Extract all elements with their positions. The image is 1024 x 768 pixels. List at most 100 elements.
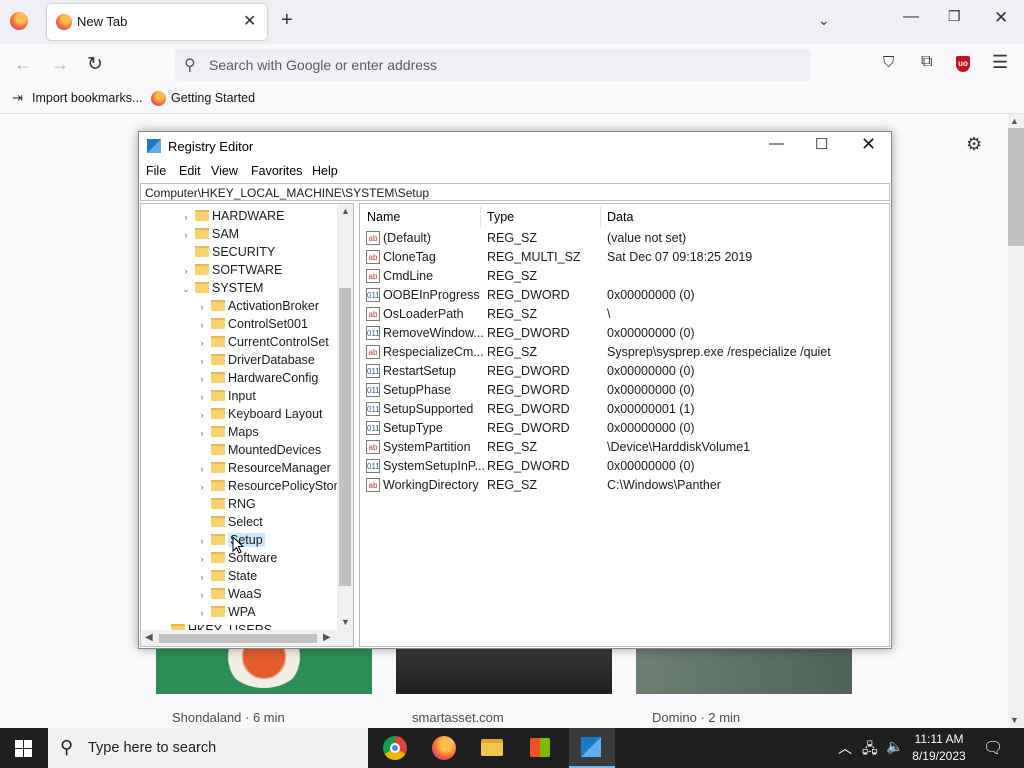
gear-icon[interactable]: ⚙: [966, 134, 982, 155]
chevron-right-icon[interactable]: ›: [195, 586, 209, 604]
story-image[interactable]: [396, 646, 612, 694]
extensions-icon[interactable]: ⧉: [921, 53, 932, 71]
tree-item[interactable]: › Maps: [195, 423, 259, 441]
windows-start-button[interactable]: [15, 740, 32, 757]
new-tab-button[interactable]: +: [281, 10, 293, 30]
story-source[interactable]: smartasset.com: [412, 710, 504, 725]
close-icon[interactable]: ✕: [994, 8, 1008, 28]
tree-item[interactable]: › Keyboard Layout: [195, 405, 323, 423]
forward-arrow-icon[interactable]: →: [51, 54, 69, 75]
page-scroll-thumb[interactable]: [1008, 128, 1024, 246]
story-image[interactable]: [636, 646, 852, 694]
chevron-right-icon[interactable]: ›: [195, 316, 209, 334]
menu-icon[interactable]: ☰: [992, 52, 1008, 73]
tree-item[interactable]: › ActivationBroker: [195, 297, 320, 316]
title-bar[interactable]: Registry Editor — ☐ ✕: [139, 132, 891, 162]
tree-item[interactable]: › SAM: [179, 225, 240, 244]
value-row[interactable]: 011 OOBEInProgress REG_DWORD 0x00000000 (0): [360, 286, 889, 305]
menu-edit[interactable]: Edit: [179, 164, 201, 178]
address-bar[interactable]: Computer\HKEY_LOCAL_MACHINE\SYSTEM\Setup: [140, 183, 890, 201]
menu-help[interactable]: Help: [312, 164, 338, 178]
chevron-right-icon[interactable]: ›: [195, 532, 209, 550]
tree-item[interactable]: › HardwareConfig: [195, 369, 319, 388]
file-explorer-icon[interactable]: [481, 739, 503, 756]
bookmark-getting-started[interactable]: Getting Started: [171, 91, 255, 105]
value-row[interactable]: 011 SystemSetupInP... REG_DWORD 0x00000000 …: [360, 457, 889, 476]
tree-item[interactable]: RNG: [195, 495, 256, 513]
value-row[interactable]: 011 SetupPhase REG_DWORD 0x00000000 (0): [360, 381, 889, 400]
close-icon[interactable]: ✕: [243, 11, 256, 31]
value-row[interactable]: ab CmdLine REG_SZ: [360, 267, 889, 286]
tree-item[interactable]: MountedDevices: [195, 441, 321, 459]
column-type[interactable]: Type: [487, 210, 514, 224]
chrome-icon[interactable]: [383, 736, 407, 760]
column-divider[interactable]: [480, 206, 481, 228]
chevron-right-icon[interactable]: ›: [195, 352, 209, 370]
value-row[interactable]: ab SystemPartition REG_SZ \Device\HarddiskV…: [360, 438, 889, 457]
scroll-down-icon[interactable]: ▼: [1010, 715, 1019, 725]
chevron-up-icon[interactable]: ︿: [838, 738, 852, 758]
tree-item[interactable]: › HARDWARE: [179, 207, 285, 226]
tree-item[interactable]: › State: [195, 567, 258, 586]
network-icon[interactable]: 🖧: [862, 738, 878, 762]
store-icon[interactable]: [530, 738, 550, 757]
value-row[interactable]: 011 SetupSupported REG_DWORD 0x00000001 (1): [360, 400, 889, 419]
minimize-icon[interactable]: —: [903, 8, 919, 26]
tree-item[interactable]: › ResourceManager: [195, 459, 331, 477]
chevron-right-icon[interactable]: ›: [179, 208, 193, 226]
back-arrow-icon[interactable]: ←: [14, 54, 32, 75]
chevron-right-icon[interactable]: ›: [195, 568, 209, 586]
value-row[interactable]: 011 RestartSetup REG_DWORD 0x00000000 (0): [360, 362, 889, 381]
scroll-left-icon[interactable]: ◀: [145, 632, 153, 643]
menu-file[interactable]: File: [146, 164, 166, 178]
reload-icon[interactable]: ↻: [87, 53, 103, 76]
taskbar-search[interactable]: ⚲ Type here to search: [48, 728, 368, 768]
firefox-icon[interactable]: [10, 12, 28, 30]
tree-scroll-thumb[interactable]: [339, 288, 351, 586]
chevron-right-icon[interactable]: ›: [179, 226, 193, 244]
notification-icon[interactable]: 🗨: [983, 738, 1003, 758]
value-row[interactable]: ab WorkingDirectory REG_SZ C:\Windows\Panth…: [360, 476, 889, 495]
minimize-icon[interactable]: —: [769, 135, 784, 152]
chevron-right-icon[interactable]: ›: [195, 478, 209, 496]
firefox-icon[interactable]: [432, 736, 456, 760]
tree-item[interactable]: ⌄ SYSTEM: [179, 279, 263, 297]
tree-item[interactable]: › CurrentControlSet: [195, 333, 329, 351]
chevron-right-icon[interactable]: ›: [195, 370, 209, 388]
scroll-up-icon[interactable]: ▲: [1010, 116, 1019, 126]
tree-item[interactable]: › SOFTWARE: [179, 261, 283, 280]
menu-view[interactable]: View: [211, 164, 238, 178]
tree-item[interactable]: › WaaS: [195, 585, 262, 603]
story-image[interactable]: [156, 626, 372, 694]
chevron-right-icon[interactable]: ›: [195, 550, 209, 568]
tree-item[interactable]: › Setup: [195, 531, 265, 549]
ublock-icon[interactable]: uo: [956, 56, 970, 72]
value-row[interactable]: ab RespecializeCm... REG_SZ Sysprep\sysprep…: [360, 343, 889, 362]
clock-time[interactable]: 11:11 AM: [912, 732, 966, 746]
url-input[interactable]: Search with Google or enter address: [209, 57, 437, 73]
tree-item[interactable]: › DriverDatabase: [195, 351, 315, 369]
restore-icon[interactable]: ❐: [948, 8, 961, 25]
clock-date[interactable]: 8/19/2023: [910, 749, 968, 763]
url-bar[interactable]: ⚲ Search with Google or enter address: [175, 49, 811, 81]
story-source[interactable]: Shondaland · 6 min: [172, 710, 285, 725]
chevron-right-icon[interactable]: ›: [195, 424, 209, 442]
regedit-icon[interactable]: [581, 737, 601, 757]
chevron-right-icon[interactable]: ›: [179, 262, 193, 280]
value-row[interactable]: ab OsLoaderPath REG_SZ \: [360, 305, 889, 324]
story-source[interactable]: Domino · 2 min: [652, 710, 740, 725]
tree-item[interactable]: Select: [195, 513, 263, 531]
chevron-right-icon[interactable]: ›: [195, 298, 209, 316]
tree-item[interactable]: › WPA: [195, 603, 256, 621]
column-divider[interactable]: [600, 206, 601, 228]
chevron-down-icon[interactable]: ⌄: [179, 280, 193, 298]
pocket-icon[interactable]: ⛉: [883, 54, 894, 71]
taskbar-search-input[interactable]: Type here to search: [88, 740, 216, 756]
tree-hscroll-thumb[interactable]: [159, 634, 317, 643]
tab-new-tab[interactable]: New Tab ✕: [47, 4, 267, 40]
value-row[interactable]: ab (Default) REG_SZ (value not set): [360, 229, 889, 248]
volume-icon[interactable]: 🔈: [886, 738, 903, 755]
scroll-right-icon[interactable]: ▶: [323, 632, 331, 643]
menu-favorites[interactable]: Favorites: [251, 164, 302, 178]
scroll-down-icon[interactable]: ▼: [341, 617, 350, 627]
